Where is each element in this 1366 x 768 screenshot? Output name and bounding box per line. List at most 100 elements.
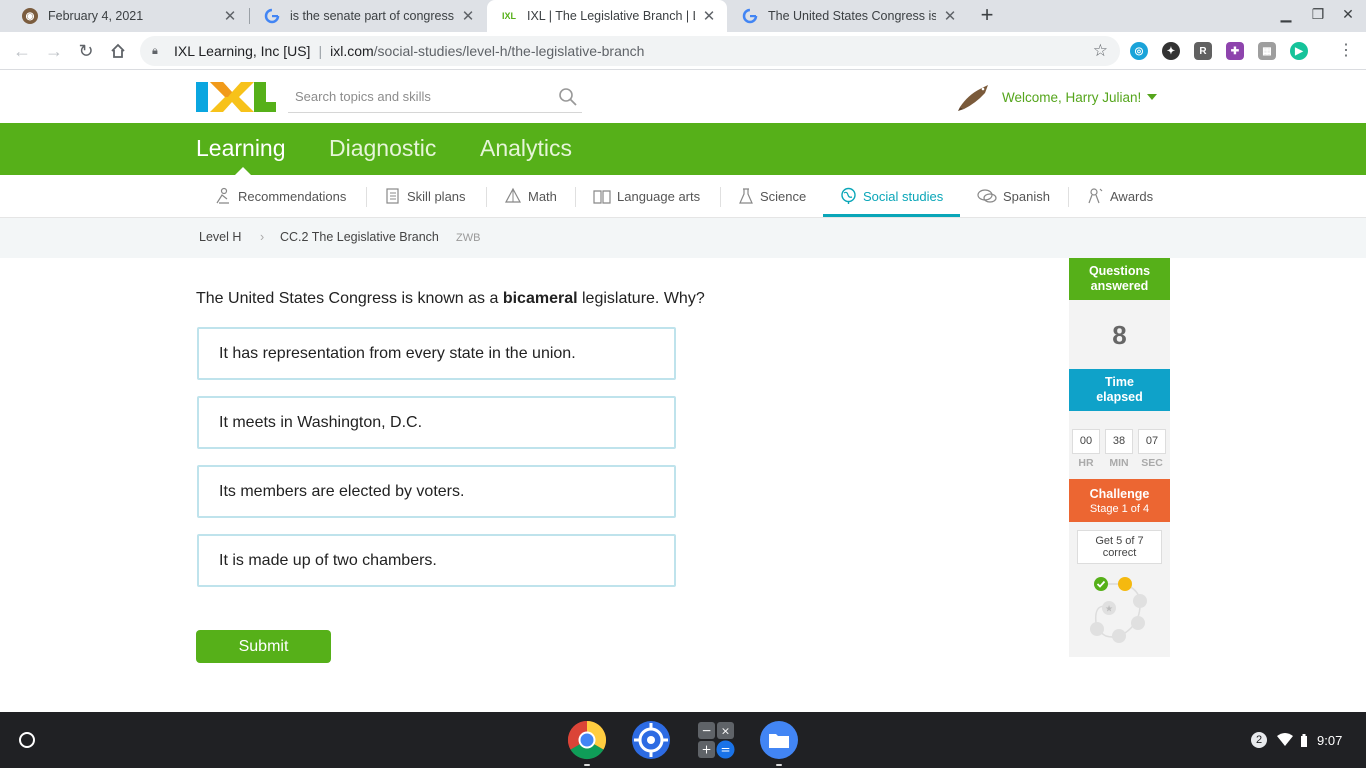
submit-button[interactable]: Submit: [196, 630, 331, 663]
subnav-recommendations[interactable]: Recommendations: [214, 175, 346, 217]
challenge-progress: Get 5 of 7 correct ★: [1069, 522, 1170, 657]
search-box: [288, 81, 582, 113]
progress-empty-dot: [1112, 629, 1126, 643]
browser-tab-strip: ◉ February 4, 2021 ✕ is the senate part …: [0, 0, 1366, 32]
status-tray[interactable]: 2 9:07: [1241, 720, 1358, 760]
new-tab-button[interactable]: +: [975, 4, 999, 28]
puzzle-gray-icon[interactable]: ▦: [1258, 42, 1276, 60]
account-menu[interactable]: Welcome, Harry Julian!: [958, 83, 1158, 111]
reload-icon[interactable]: ↻: [75, 40, 97, 62]
ixl-icon: IXL: [501, 8, 517, 24]
timer-hours: 00: [1072, 429, 1100, 454]
tab-title: The United States Congress is kn: [768, 9, 936, 23]
answered-label: answered: [1090, 279, 1149, 293]
ixl-header: Welcome, Harry Julian!: [0, 71, 1366, 123]
recommendations-icon: [216, 187, 229, 204]
timer-seconds: 07: [1138, 429, 1166, 454]
grammarly-icon[interactable]: ▶: [1290, 42, 1308, 60]
close-tab-icon[interactable]: ✕: [942, 7, 958, 25]
minimize-icon[interactable]: ▁: [1276, 6, 1296, 26]
bookmark-star-icon[interactable]: ☆: [1093, 41, 1108, 61]
owl-icon: ◉: [22, 8, 38, 24]
breadcrumb-skill: CC.2 The Legislative Branch: [280, 230, 439, 244]
goal-line-2: correct: [1102, 547, 1137, 559]
clock: 9:07: [1317, 732, 1343, 748]
skill-plans-icon: [386, 188, 399, 204]
close-tab-icon[interactable]: ✕: [222, 7, 238, 25]
svg-text:+: +: [701, 743, 711, 757]
answer-choice[interactable]: Its members are elected by voters.: [197, 465, 676, 518]
close-tab-icon[interactable]: ✕: [460, 7, 476, 25]
forward-arrow-icon[interactable]: →: [43, 40, 65, 62]
time-elapsed-header: Time elapsed: [1069, 369, 1170, 411]
subnav-label: Language arts: [617, 188, 701, 204]
timer-hours-label: HR: [1078, 457, 1094, 469]
back-arrow-icon[interactable]: ←: [11, 40, 33, 62]
subnav-social-studies[interactable]: Social studies: [823, 175, 960, 217]
answer-choice[interactable]: It meets in Washington, D.C.: [197, 396, 676, 449]
subnav-label: Social studies: [863, 188, 944, 204]
tab-title: is the senate part of congress - G: [290, 9, 454, 23]
chrome-menu-icon[interactable]: ⋮: [1338, 41, 1354, 61]
launcher-icon[interactable]: [19, 732, 35, 748]
search-input[interactable]: [295, 89, 545, 104]
files-icon[interactable]: [759, 720, 799, 760]
compass-icon[interactable]: ◎: [1130, 42, 1148, 60]
browser-tab[interactable]: The United States Congress is kn ✕: [728, 0, 968, 32]
awards-icon: [1088, 188, 1103, 204]
puzzle-purple-icon[interactable]: ✚: [1226, 42, 1244, 60]
question-keyword: bicameral: [502, 290, 578, 307]
google-icon: [264, 8, 280, 24]
nav-analytics[interactable]: Analytics: [480, 135, 572, 162]
subnav-awards[interactable]: Awards: [1086, 175, 1153, 217]
subnav-language-arts[interactable]: Language arts: [593, 175, 700, 217]
subnav-skill-plans[interactable]: Skill plans: [384, 175, 466, 217]
spanish-icon: [977, 189, 997, 203]
calculator-icon[interactable]: − × + =: [696, 720, 736, 760]
chrome-icon[interactable]: [567, 720, 607, 760]
social-studies-icon: [841, 187, 856, 204]
welcome-text: Welcome, Harry Julian!: [1002, 89, 1142, 105]
subnav-math[interactable]: Math: [504, 175, 557, 217]
screencastify-icon[interactable]: [631, 720, 671, 760]
answer-choice[interactable]: It is made up of two chambers.: [197, 534, 676, 587]
browser-toolbar: ← → ↻ 🔒︎ IXL Learning, Inc [US] | ixl.co…: [0, 32, 1366, 70]
subnav-label: Math: [528, 188, 557, 204]
nav-learning[interactable]: Learning: [196, 135, 286, 162]
restore-icon[interactable]: ❐: [1308, 6, 1328, 26]
close-tab-icon[interactable]: ✕: [701, 7, 717, 25]
browser-tab[interactable]: is the senate part of congress - G ✕: [250, 0, 486, 32]
challenge-header: Challenge Stage 1 of 4: [1069, 479, 1170, 522]
challenge-title: Challenge: [1089, 487, 1150, 501]
ixl-logo[interactable]: [196, 82, 276, 112]
subnav-label: Awards: [1110, 188, 1154, 204]
r-icon[interactable]: R: [1194, 42, 1212, 60]
nav-diagnostic[interactable]: Diagnostic: [329, 135, 436, 162]
progress-empty-dot: [1131, 616, 1145, 630]
browser-tab-active[interactable]: IXL IXL | The Legislative Branch | Lev ✕: [487, 0, 727, 32]
subnav-science[interactable]: Science: [738, 175, 806, 217]
goal-line-1: Get 5 of 7: [1095, 535, 1144, 547]
os-shelf: − × + = 2 9:07: [0, 712, 1366, 768]
lock-icon: 🔒︎: [152, 44, 158, 57]
puzzle-dark-icon[interactable]: ✦: [1162, 42, 1180, 60]
breadcrumb-level[interactable]: Level H: [199, 230, 241, 244]
question-suffix: legislature. Why?: [577, 290, 705, 307]
browser-tab[interactable]: ◉ February 4, 2021 ✕: [8, 0, 248, 32]
close-window-icon[interactable]: ✕: [1338, 6, 1358, 26]
google-icon: [742, 8, 758, 24]
url-path: /social-studies/level-h/the-legislative-…: [373, 43, 645, 59]
timer-minutes-label: MIN: [1109, 457, 1129, 469]
address-bar[interactable]: 🔒︎ IXL Learning, Inc [US] | ixl.com/soci…: [140, 36, 1120, 66]
search-icon[interactable]: [558, 87, 578, 107]
timer-minutes: 38: [1105, 429, 1133, 454]
answer-choice[interactable]: It has representation from every state i…: [197, 327, 676, 380]
svg-text:=: =: [720, 743, 730, 757]
home-icon[interactable]: [107, 40, 129, 62]
subnav-spanish[interactable]: Spanish: [977, 175, 1050, 217]
questions-label: Questions: [1088, 264, 1151, 278]
question-text: The United States Congress is known as a…: [196, 290, 705, 308]
svg-text:−: −: [701, 724, 711, 738]
notification-count-badge[interactable]: 2: [1251, 732, 1267, 748]
language-arts-icon: [593, 190, 611, 204]
